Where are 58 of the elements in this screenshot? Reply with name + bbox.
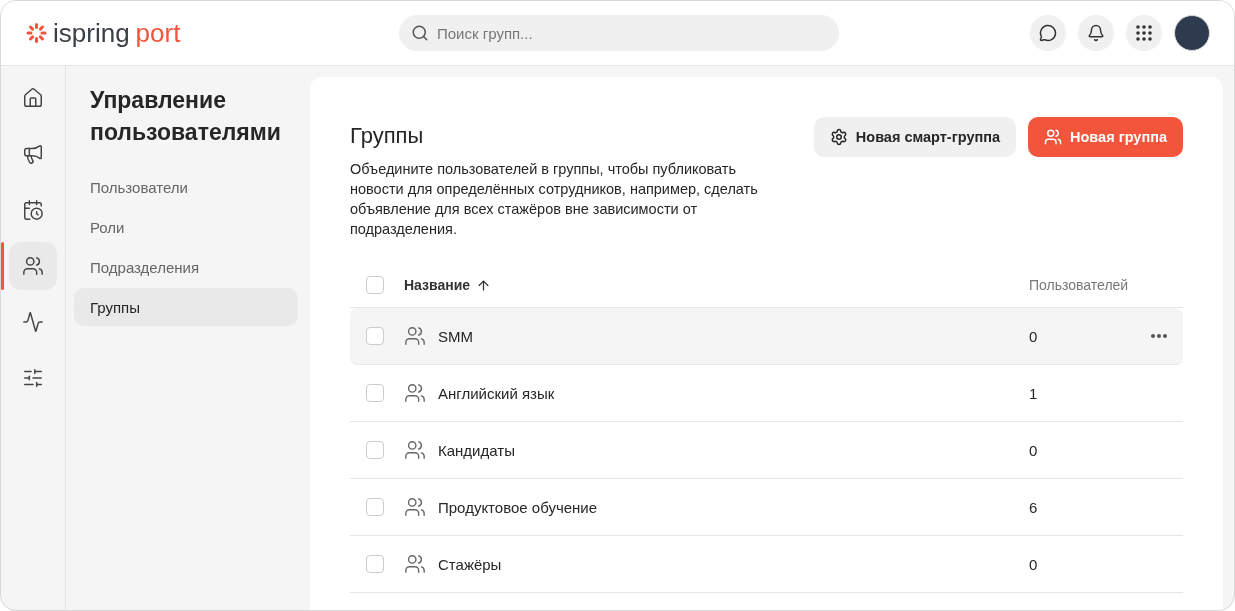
row-checkbox[interactable] (366, 555, 384, 573)
sliders-icon (22, 367, 44, 389)
active-indicator (1, 242, 4, 290)
column-header[interactable]: Название (404, 277, 471, 293)
group-name: Продуктовое обучение (438, 498, 598, 516)
row-checkbox[interactable] (366, 498, 384, 516)
select-all-checkbox[interactable] (366, 276, 384, 294)
table-row[interactable]: Продуктовое обучение 6 (350, 479, 1183, 536)
page-title: Группы (350, 123, 425, 149)
group-icon (404, 496, 426, 518)
nav-rail-button[interactable] (9, 242, 57, 290)
megaphone-icon (22, 143, 44, 165)
user-count: 0 (1029, 441, 1039, 459)
logo[interactable]: ispring port (25, 17, 399, 49)
grid-icon (1136, 25, 1152, 41)
subnav-item[interactable]: Подразделения (74, 248, 298, 286)
user-count: 1 (1029, 384, 1039, 402)
table-row[interactable]: SMM 0 (350, 308, 1183, 365)
user-count: 6 (1029, 498, 1039, 516)
user-count: 0 (1029, 327, 1039, 345)
notifications-button[interactable] (1078, 15, 1114, 51)
more-icon (1151, 334, 1167, 338)
table-row[interactable]: Стажёры 0 (350, 536, 1183, 593)
row-checkbox[interactable] (366, 327, 384, 345)
home-icon (22, 87, 44, 109)
search-field[interactable]: Поиск групп... (399, 15, 839, 51)
calendar-icon (22, 199, 44, 221)
row-checkbox[interactable] (366, 441, 384, 459)
users-icon (1044, 128, 1063, 146)
table-row[interactable]: Английский язык 1 (350, 365, 1183, 422)
group-icon (404, 325, 426, 347)
group-name: Английский язык (438, 384, 555, 402)
bell-icon (1087, 24, 1105, 42)
chat-button[interactable] (1030, 15, 1066, 51)
group-icon (404, 439, 426, 461)
group-name: Кандидаты (438, 441, 515, 459)
row-checkbox[interactable] (366, 384, 384, 402)
new-smart-group-button[interactable]: Новая смарт-группа (813, 117, 1017, 157)
logo-icon (25, 22, 47, 44)
table-row[interactable]: Кандидаты 0 (350, 422, 1183, 479)
users-icon (22, 255, 44, 277)
subnav-item[interactable]: Пользователи (74, 168, 298, 206)
section-title: Управление пользователями (89, 86, 282, 147)
apps-button[interactable] (1126, 15, 1162, 51)
search-icon (411, 24, 429, 42)
group-name: SMM (438, 327, 473, 345)
avatar[interactable] (1174, 15, 1210, 51)
gear-icon (829, 128, 848, 146)
group-name: Стажёры (438, 555, 502, 573)
subnav-item[interactable]: Группы (74, 288, 298, 326)
page-description: Объедините пользователей в группы, чтобы публиковать новости для определённых сотрудников, например, сделать объявление для всех стажёров вне зависимости от подразделения. (350, 160, 759, 239)
group-icon (404, 553, 426, 575)
chat-bubble-icon (1039, 24, 1057, 42)
subnav-item[interactable]: Роли (74, 208, 298, 246)
user-count: 0 (1029, 555, 1039, 573)
pulse-icon (22, 311, 44, 333)
column-header[interactable]: Пользователей (1029, 277, 1167, 293)
group-icon (404, 382, 426, 404)
